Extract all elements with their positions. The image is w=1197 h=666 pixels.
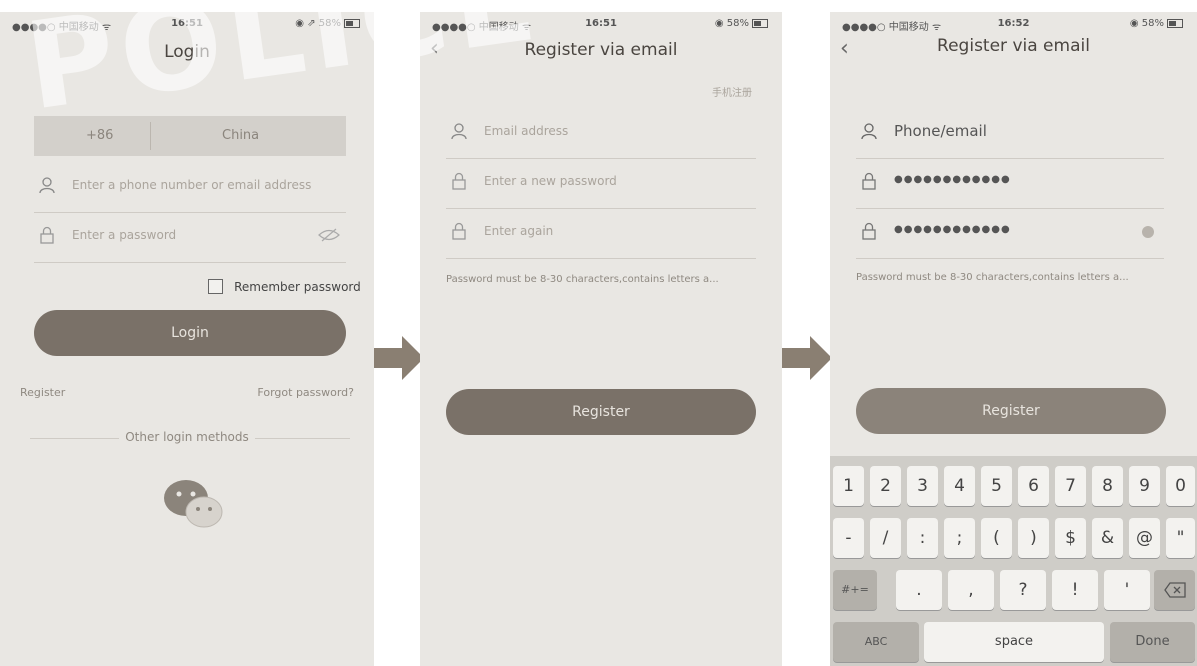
- key-exclaim[interactable]: !: [1052, 570, 1098, 610]
- wechat-icon[interactable]: [160, 474, 226, 534]
- key-4[interactable]: 4: [944, 466, 975, 506]
- key-3[interactable]: 3: [907, 466, 938, 506]
- key-6[interactable]: 6: [1018, 466, 1049, 506]
- key-ampersand[interactable]: &: [1092, 518, 1123, 558]
- battery-indicator: ◉ 58%: [715, 18, 768, 29]
- page-title: Login: [164, 42, 210, 62]
- confirm-dots: ●●●●●●●●●●●●: [894, 224, 1011, 235]
- battery-label: ◉ 58%: [714, 18, 749, 29]
- battery-indicator: ◉ ⇗ 58%: [295, 18, 360, 29]
- register-button[interactable]: Register: [856, 388, 1166, 434]
- arrow-right-icon: [374, 336, 424, 380]
- other-login-methods: Other login methods: [0, 430, 374, 444]
- key-8[interactable]: 8: [1092, 466, 1123, 506]
- confirm-password-placeholder: Enter again: [484, 224, 554, 238]
- key-period[interactable]: .: [896, 570, 942, 610]
- clear-icon[interactable]: [1142, 226, 1154, 238]
- page-title: Register via email: [937, 36, 1090, 56]
- key-7[interactable]: 7: [1055, 466, 1086, 506]
- forgot-password-link[interactable]: Forgot password?: [257, 386, 354, 399]
- password-dots: ●●●●●●●●●●●●: [894, 174, 1011, 185]
- key-0[interactable]: 0: [1166, 466, 1195, 506]
- key-quote[interactable]: ": [1166, 518, 1195, 558]
- key-question[interactable]: ?: [1000, 570, 1046, 610]
- key-5[interactable]: 5: [981, 466, 1012, 506]
- phone-email-placeholder: Enter a phone number or email address: [72, 178, 312, 192]
- page-title: Register via email: [524, 40, 678, 60]
- key-lparen[interactable]: (: [981, 518, 1012, 558]
- battery-icon: [1167, 18, 1183, 28]
- user-icon: [39, 177, 55, 194]
- lock-icon: [40, 226, 54, 244]
- key-rparen[interactable]: ): [1018, 518, 1049, 558]
- user-icon: [451, 123, 467, 140]
- key-at[interactable]: @: [1129, 518, 1160, 558]
- password-placeholder: Enter a password: [72, 228, 177, 242]
- key-2[interactable]: 2: [870, 466, 901, 506]
- password-hint: Password must be 8-30 characters,contain…: [446, 274, 719, 285]
- country-code: +86: [86, 128, 114, 143]
- key-apostrophe[interactable]: ': [1104, 570, 1150, 610]
- key-dash[interactable]: -: [833, 518, 864, 558]
- lock-icon: [452, 222, 466, 240]
- register-screen-empty: ●●●●○ 中国移动 ᯤ 16:51 ◉ 58% ‹ Register via …: [420, 12, 782, 666]
- other-login-methods-label: Other login methods: [119, 430, 255, 444]
- email-value: Phone/email: [894, 122, 987, 140]
- confirm-password-field[interactable]: Enter again: [446, 208, 756, 259]
- lock-icon: [862, 172, 876, 190]
- user-icon: [861, 123, 877, 140]
- lock-icon: [862, 222, 876, 240]
- register-screen-filled: ●●●●○ 中国移动 ᯤ 16:52 ◉ 58% ‹ Register via …: [830, 12, 1197, 666]
- status-bar: ●●●●○ 中国移动 ᯤ 16:52 ◉ 58%: [830, 14, 1197, 34]
- remember-password[interactable]: Remember password: [208, 276, 361, 295]
- space-key[interactable]: space: [924, 622, 1104, 662]
- register-link[interactable]: Register: [20, 386, 65, 399]
- battery-indicator: ◉ 58%: [1130, 18, 1183, 29]
- register-button[interactable]: Register: [446, 389, 756, 435]
- eye-hidden-icon[interactable]: [318, 228, 340, 242]
- email-placeholder: Email address: [484, 124, 569, 138]
- confirm-password-field[interactable]: ●●●●●●●●●●●●: [856, 208, 1164, 259]
- key-dollar[interactable]: $: [1055, 518, 1086, 558]
- battery-label: ◉ 58%: [1129, 18, 1164, 29]
- status-bar: ●●●●○ 中国移动 ᯤ 16:51 ◉ ⇗ 58%: [0, 14, 374, 34]
- key-1[interactable]: 1: [833, 466, 864, 506]
- done-key[interactable]: Done: [1110, 622, 1195, 662]
- phone-email-field[interactable]: Enter a phone number or email address: [34, 162, 346, 213]
- password-field[interactable]: Enter a password: [34, 212, 346, 263]
- key-comma[interactable]: ,: [948, 570, 994, 610]
- lock-icon: [452, 172, 466, 190]
- numeric-keyboard: 1 2 3 4 5 6 7 8 9 0 - / : ; ( ) $ & @ " …: [830, 456, 1197, 666]
- new-password-field[interactable]: Enter a new password: [446, 158, 756, 209]
- remember-checkbox[interactable]: [208, 279, 223, 294]
- battery-label: ◉ ⇗ 58%: [295, 18, 341, 29]
- key-9[interactable]: 9: [1129, 466, 1160, 506]
- remember-label: Remember password: [234, 279, 361, 294]
- key-symbols[interactable]: #+=: [833, 570, 877, 610]
- key-abc[interactable]: ABC: [833, 622, 919, 662]
- login-screen: ●●●●○ 中国移动 ᯤ 16:51 ◉ ⇗ 58% Login +86 Chi…: [0, 12, 374, 666]
- status-bar: ●●●●○ 中国移动 ᯤ 16:51 ◉ 58%: [420, 14, 782, 34]
- backspace-icon: [1163, 582, 1186, 598]
- divider: [150, 122, 151, 150]
- country-name: China: [222, 128, 260, 143]
- country-selector[interactable]: +86 China: [34, 116, 346, 156]
- key-semicolon[interactable]: ;: [944, 518, 975, 558]
- battery-icon: [752, 18, 768, 28]
- battery-icon: [344, 18, 360, 28]
- new-password-field[interactable]: ●●●●●●●●●●●●: [856, 158, 1164, 209]
- key-slash[interactable]: /: [870, 518, 901, 558]
- backspace-key[interactable]: [1154, 570, 1195, 610]
- key-colon[interactable]: :: [907, 518, 938, 558]
- password-hint: Password must be 8-30 characters,contain…: [856, 272, 1129, 283]
- new-password-placeholder: Enter a new password: [484, 174, 617, 188]
- email-field[interactable]: Email address: [446, 108, 756, 159]
- email-field[interactable]: Phone/email: [856, 108, 1164, 159]
- phone-register-link[interactable]: 手机注册: [712, 84, 752, 99]
- arrow-right-icon: [782, 336, 832, 380]
- login-button[interactable]: Login: [34, 310, 346, 356]
